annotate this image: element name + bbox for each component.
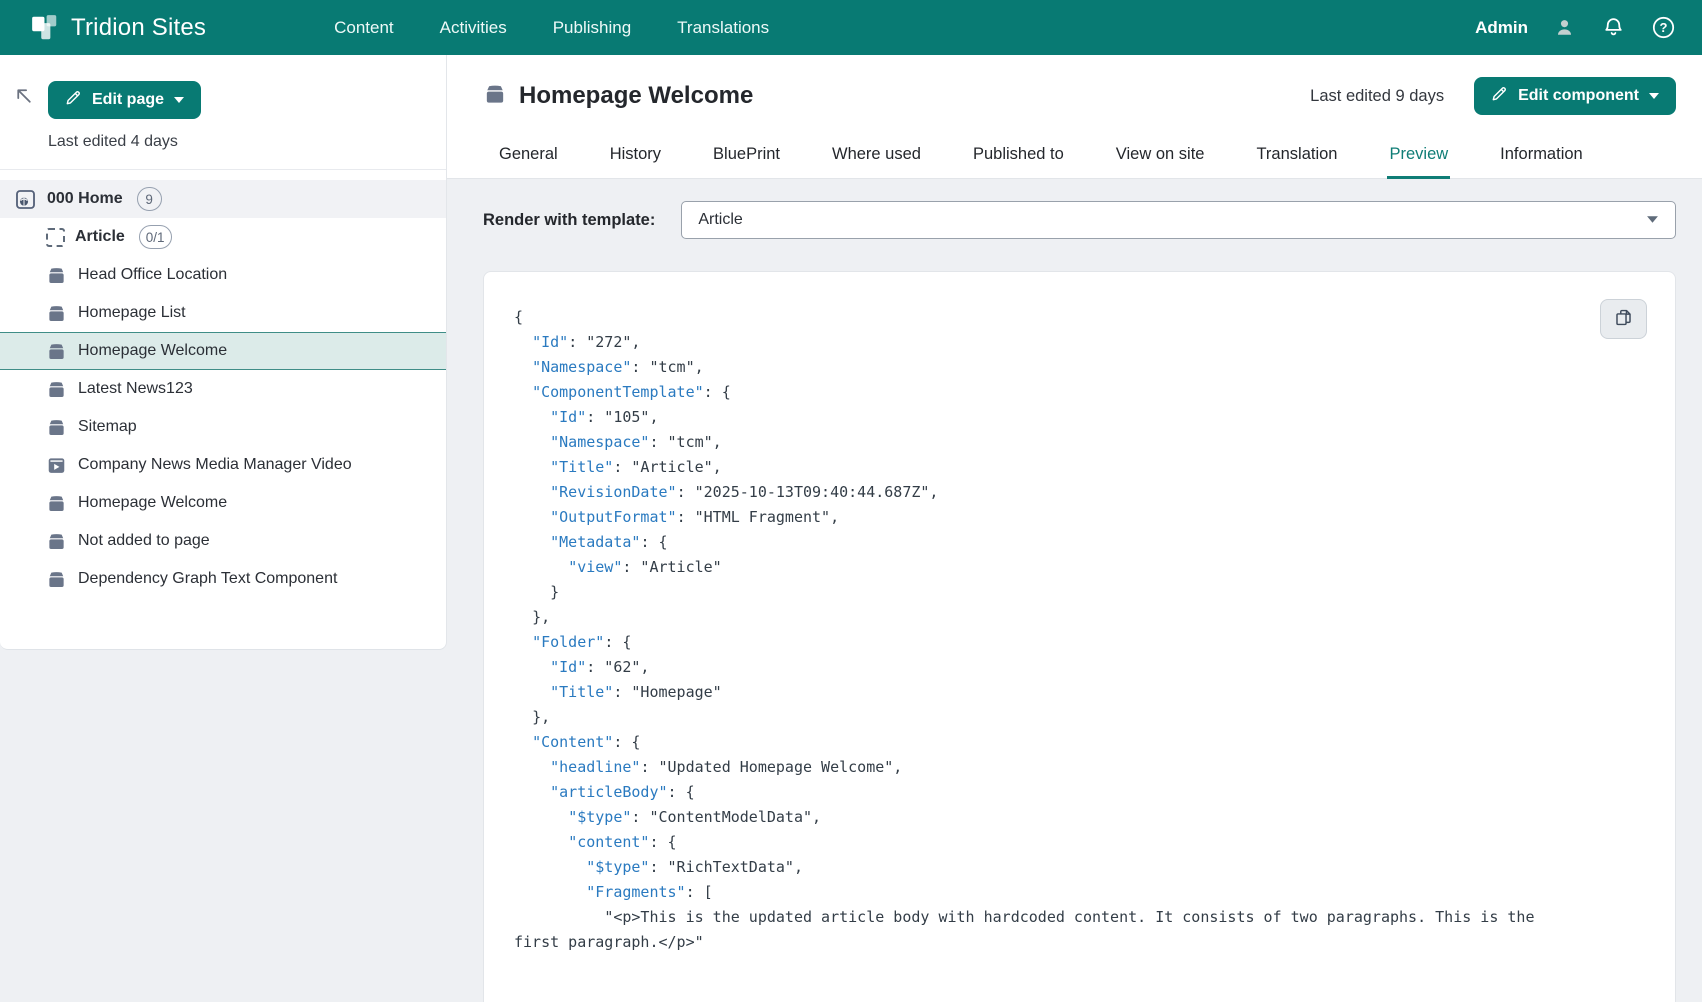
- topbar: Tridion Sites Content Activities Publishin…: [0, 0, 1702, 55]
- video-icon: [46, 455, 68, 476]
- pencil-icon: [64, 88, 83, 112]
- component-icon: [46, 265, 68, 286]
- page-globe-icon: [14, 188, 37, 211]
- tree-item-label: Not added to page: [78, 532, 210, 550]
- tree-root-000-home[interactable]: 000 Home 9: [0, 180, 446, 218]
- chevron-down-icon: [1648, 87, 1660, 105]
- nav-item-translations[interactable]: Translations: [677, 18, 769, 38]
- chevron-down-icon: [1646, 211, 1659, 229]
- tree-item-latest-news123[interactable]: Latest News123: [0, 370, 446, 408]
- main: Homepage Welcome Last edited 9 days Edit…: [447, 55, 1702, 1002]
- tab-blueprint[interactable]: BluePrint: [711, 131, 782, 179]
- sidebar: Edit page Last edited 4 days 000 Home 9 Ar…: [0, 55, 447, 1002]
- page-structure-tree: 000 Home 9 Article 0/1 Head Office Location H…: [0, 170, 446, 608]
- tree-item-article[interactable]: Article 0/1: [0, 218, 446, 256]
- tree-item-label: Sitemap: [78, 418, 137, 436]
- tree-item-label: Homepage Welcome: [78, 494, 227, 512]
- edit-component-label: Edit component: [1518, 87, 1639, 105]
- tree-item-label: Homepage Welcome: [78, 342, 227, 360]
- tree-item-sitemap[interactable]: Sitemap: [0, 408, 446, 446]
- user-name[interactable]: Admin: [1475, 18, 1528, 38]
- chevron-down-icon: [173, 91, 185, 109]
- component-icon: [46, 569, 68, 590]
- component-last-edited: Last edited 9 days: [1310, 87, 1444, 106]
- topbar-right: Admin ?: [1475, 15, 1702, 40]
- nav-item-publishing[interactable]: Publishing: [553, 18, 631, 38]
- tree-item-homepage-welcome[interactable]: Homepage Welcome: [0, 484, 446, 522]
- tree-item-label: Latest News123: [78, 380, 193, 398]
- page-title: Homepage Welcome: [519, 82, 753, 110]
- tab-translation[interactable]: Translation: [1254, 131, 1339, 179]
- tree-item-homepage-welcome[interactable]: Homepage Welcome: [0, 332, 446, 370]
- component-icon: [46, 531, 68, 552]
- help-icon[interactable]: ?: [1651, 15, 1676, 40]
- tree-root-label: 000 Home: [47, 190, 123, 208]
- tree-item-label: Dependency Graph Text Component: [78, 570, 337, 588]
- preview-code-card: { "Id": "272", "Namespace": "tcm", "Comp…: [483, 271, 1676, 1002]
- edit-page-button[interactable]: Edit page: [48, 81, 201, 119]
- tab-bar: General History BluePrint Where used Publish…: [447, 131, 1702, 179]
- tree-item-not-added-to-page[interactable]: Not added to page: [0, 522, 446, 560]
- copy-icon: [1613, 307, 1634, 331]
- tree-item-company-news-media-manager-video[interactable]: Company News Media Manager Video: [0, 446, 446, 484]
- tab-information[interactable]: Information: [1498, 131, 1585, 179]
- edit-component-button[interactable]: Edit component: [1474, 77, 1676, 115]
- component-icon: [46, 303, 68, 324]
- json-preview-code: { "Id": "272", "Namespace": "tcm", "Comp…: [484, 272, 1675, 985]
- nav-item-activities[interactable]: Activities: [440, 18, 507, 38]
- user-avatar-icon[interactable]: [1553, 16, 1576, 39]
- tab-where-used[interactable]: Where used: [830, 131, 923, 179]
- dashed-region-icon: [46, 228, 65, 247]
- tree-item-homepage-list[interactable]: Homepage List: [0, 294, 446, 332]
- tree-item-label: Article: [75, 228, 125, 246]
- app-root: Tridion Sites Content Activities Publishin…: [0, 0, 1702, 1002]
- sidebar-top: Edit page Last edited 4 days: [0, 55, 446, 170]
- sidebar-panel: Edit page Last edited 4 days 000 Home 9 Ar…: [0, 55, 447, 650]
- tree-item-dependency-graph-text-component[interactable]: Dependency Graph Text Component: [0, 560, 446, 598]
- component-icon: [46, 493, 68, 514]
- render-template-row: Render with template: Article: [447, 179, 1702, 239]
- tab-view-on-site[interactable]: View on site: [1114, 131, 1207, 179]
- tab-preview[interactable]: Preview: [1387, 131, 1450, 179]
- top-nav: Content Activities Publishing Translations: [334, 18, 769, 38]
- page-last-edited: Last edited 4 days: [48, 133, 426, 151]
- count-badge: 9: [137, 187, 162, 211]
- render-template-label: Render with template:: [483, 211, 655, 230]
- svg-text:?: ?: [1660, 20, 1668, 35]
- tab-general[interactable]: General: [497, 131, 560, 179]
- title-right: Last edited 9 days Edit component: [1310, 77, 1676, 115]
- count-badge: 0/1: [139, 225, 172, 249]
- preview-content: Render with template: Article: [447, 179, 1702, 1002]
- component-icon: [46, 341, 68, 362]
- component-icon: [46, 379, 68, 400]
- tridion-logo-icon: [30, 13, 60, 43]
- main-header: Homepage Welcome Last edited 9 days Edit…: [447, 55, 1702, 179]
- nav-item-content[interactable]: Content: [334, 18, 394, 38]
- shell: Edit page Last edited 4 days 000 Home 9 Ar…: [0, 55, 1702, 1002]
- title-row: Homepage Welcome Last edited 9 days Edit…: [447, 55, 1702, 117]
- brand[interactable]: Tridion Sites: [0, 13, 206, 43]
- tree-item-label: Head Office Location: [78, 266, 227, 284]
- template-select-value: Article: [698, 211, 742, 229]
- collapse-arrow-icon: [13, 85, 34, 109]
- template-select[interactable]: Article: [681, 201, 1676, 239]
- collapse-panel-button[interactable]: [13, 85, 34, 109]
- copy-button[interactable]: [1600, 299, 1647, 339]
- edit-page-label: Edit page: [92, 91, 164, 109]
- component-icon: [483, 82, 507, 111]
- tree-item-label: Company News Media Manager Video: [78, 456, 352, 474]
- pencil-icon: [1490, 84, 1509, 108]
- brand-name: Tridion Sites: [71, 14, 206, 42]
- component-icon: [46, 417, 68, 438]
- tree-item-head-office-location[interactable]: Head Office Location: [0, 256, 446, 294]
- tree-item-label: Homepage List: [78, 304, 186, 322]
- tab-published-to[interactable]: Published to: [971, 131, 1066, 179]
- notifications-bell-icon[interactable]: [1601, 15, 1626, 40]
- tab-history[interactable]: History: [608, 131, 663, 179]
